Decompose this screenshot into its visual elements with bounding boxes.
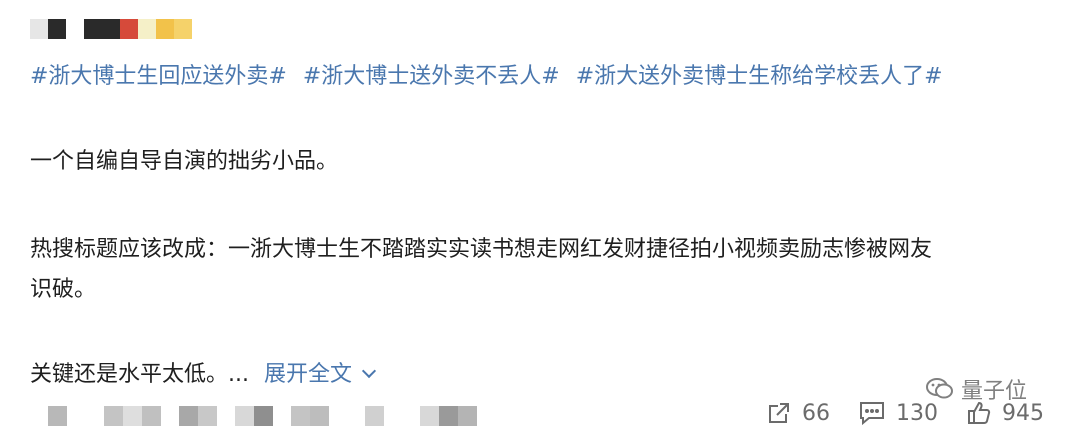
weibo-post: #浙大博士生回应送外卖# #浙大博士送外卖不丢人# #浙大送外卖博士生称给学校丢… [0,0,1080,445]
expand-label: 展开全文 [263,362,352,387]
repost-button[interactable]: 66 [766,400,830,426]
post-text-paragraph: 热搜标题应该改成：一浙大博士生不踏踏实实读书想走网红发财捷径拍小视频卖励志惨被网… [30,230,1050,310]
wechat-icon [926,378,953,399]
post-text-line: 热搜标题应该改成：一浙大博士生不踏踏实实读书想走网红发财捷径拍小视频卖励志惨被网… [30,237,933,262]
post-text-line: 识破。 [30,277,97,302]
share-icon [769,403,789,423]
hashtag-link[interactable]: #浙大送外卖博士生称给学校丢人了# [576,64,943,89]
hashtag-link[interactable]: #浙大博士送外卖不丢人# [303,64,560,89]
like-button[interactable]: 945 [966,400,1044,426]
like-count: 945 [1002,400,1044,426]
hashtag-link[interactable]: #浙大博士生回应送外卖# [30,64,287,89]
source-redacted [48,406,477,426]
username-redacted [30,19,192,39]
hashtag-row: #浙大博士生回应送外卖# #浙大博士送外卖不丢人# #浙大送外卖博士生称给学校丢… [30,62,952,92]
post-text-paragraph: 一个自编自导自演的拙劣小品。 [30,149,339,174]
expand-full-text-button[interactable]: 展开全文 [263,362,377,387]
repost-count: 66 [802,400,830,426]
post-actions: 66 130 945 [738,400,1044,426]
post-text-paragraph: 关键还是水平太低。... 展开全文 [30,355,1050,395]
chevron-down-icon [361,363,377,379]
comment-count: 130 [896,400,938,426]
thumbs-up-icon [968,401,991,424]
comment-button[interactable]: 130 [858,400,938,426]
comment-icon [860,402,884,426]
post-text-line: 关键还是水平太低。... [30,362,249,387]
